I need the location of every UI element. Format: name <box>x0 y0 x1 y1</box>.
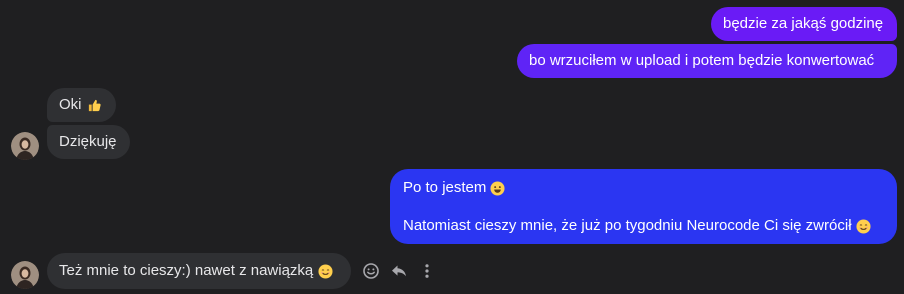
message-text: Dziękuję <box>59 133 117 150</box>
avatar[interactable] <box>11 261 39 289</box>
more-options-icon <box>425 264 429 278</box>
message-text: będzie za jakąś godzinę <box>723 15 884 32</box>
smiling-face-emoji <box>856 218 871 234</box>
reply-icon <box>392 265 406 277</box>
message-text: Też mnie to cieszy:) nawet z nawiązką <box>59 262 314 279</box>
message-text: bo wrzuciłem w upload i potem będzie kon… <box>529 52 875 69</box>
react-button[interactable] <box>361 261 381 281</box>
avatar-photo <box>11 261 39 289</box>
smiling-face-emoji <box>318 263 333 279</box>
message-text-line2: Natomiast cieszy mnie, że już po tygodni… <box>403 217 852 234</box>
message-bubble-outgoing[interactable]: będzie za jakąś godzinę <box>711 7 897 41</box>
message-text-line1: Po to jestem <box>403 179 487 196</box>
message-bubble-incoming[interactable]: Oki <box>47 88 116 122</box>
more-options-button[interactable] <box>417 261 437 281</box>
message-bubble-incoming[interactable]: Dziękuję <box>47 125 130 159</box>
message-bubble-outgoing[interactable]: bo wrzuciłem w upload i potem będzie kon… <box>517 44 897 78</box>
chat-thread: będzie za jakąś godzinę bo wrzuciłem w u… <box>0 0 904 294</box>
message-bubble-outgoing[interactable]: Po to jestem Natomiast cieszy mnie, że j… <box>390 169 897 244</box>
reply-button[interactable] <box>389 261 409 281</box>
emoji-react-icon <box>363 263 379 279</box>
avatar-photo <box>11 132 39 160</box>
grinning-face-emoji <box>490 180 505 196</box>
thumbs-up-emoji <box>88 99 101 111</box>
message-text: Oki <box>59 96 82 113</box>
message-bubble-incoming[interactable]: Też mnie to cieszy:) nawet z nawiązką <box>47 253 351 289</box>
avatar[interactable] <box>11 132 39 160</box>
